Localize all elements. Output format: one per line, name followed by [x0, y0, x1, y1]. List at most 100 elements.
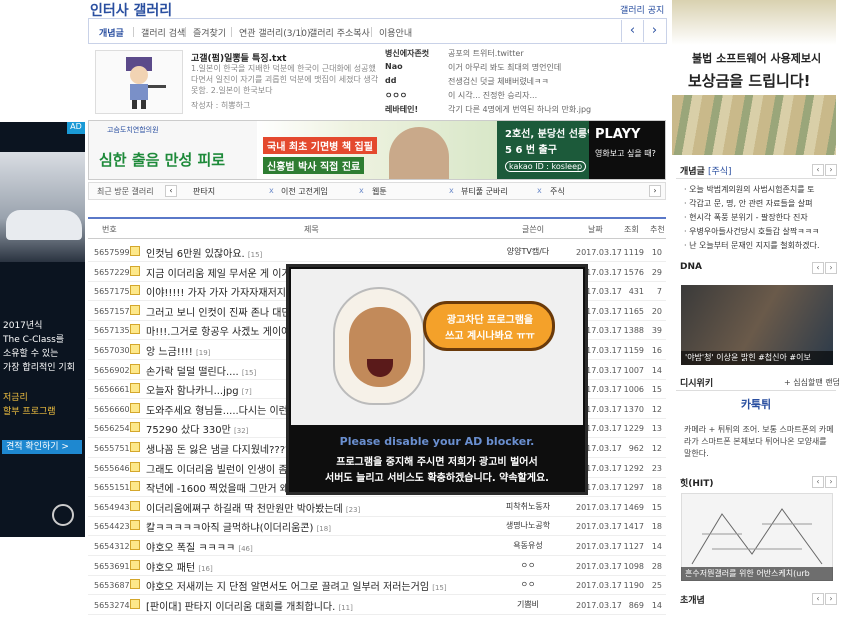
- post-author[interactable]: 욕동유성: [483, 540, 573, 551]
- list-item[interactable]: dd 전생검신 덧글 체배버렸네ㅋㅋ: [385, 76, 665, 90]
- recent-item[interactable]: 웹툰: [372, 186, 387, 197]
- post-recommend: 14: [651, 542, 662, 551]
- quote-check-button[interactable]: 견적 확인하기 >: [2, 440, 82, 454]
- concept-list-item[interactable]: · 각갑고 문, 명, 안 관련 자료들을 살펴: [684, 198, 834, 209]
- concept2-section-title[interactable]: 초개념: [680, 593, 705, 606]
- tab-concept[interactable]: 개념글: [99, 26, 124, 39]
- list-item[interactable]: Nao 이거 아무리 봐도 최대의 명언인데: [385, 62, 665, 76]
- clinic-banner-ad[interactable]: 고슴도치연합의원 심한 출음 만성 피로 국내 최초 기면병 책 집필 신홍범 …: [88, 120, 666, 180]
- post-title-link[interactable]: 그래도 이더리움 빌런이 인생이 좀: [146, 461, 288, 476]
- list-item-title[interactable]: 공포의 트위터.twitter: [448, 48, 524, 59]
- dna-section-title[interactable]: DNA: [680, 262, 702, 272]
- post-title-link[interactable]: 야호오 저새끼는 지 단점 알면서도 어그로 끌려고 일부러 저러는거임 [15…: [146, 578, 447, 593]
- list-item[interactable]: ㅇㅇㅇ 이 시각... 진정한 승리자...: [385, 90, 665, 104]
- post-title-link[interactable]: 야호오 폭질 ㅋㅋㅋㅋ [46]: [146, 539, 253, 554]
- recent-item[interactable]: 뷰티풀 군바리: [461, 186, 508, 197]
- list-item[interactable]: 레바테인! 각기 다른 4명에게 번역된 하나의 만화.jpg: [385, 104, 665, 118]
- table-row[interactable]: 5653687 야호오 저새끼는 지 단점 알면서도 어그로 끌려고 일부러 저러…: [88, 574, 666, 596]
- post-author[interactable]: 생명나노공학: [483, 520, 573, 531]
- post-title-link[interactable]: 75290 샀다 330만 [32]: [146, 421, 248, 436]
- chevron-right-icon[interactable]: ›: [825, 164, 837, 176]
- post-title-link[interactable]: 이야!!!!! 가자 가자 가자자재저지자: [146, 284, 295, 299]
- tab-related-gallery[interactable]: 연관 갤러리(3/10): [239, 26, 311, 39]
- gallery-notice-link[interactable]: 갤러리 공지: [620, 3, 664, 16]
- post-title-link[interactable]: 야호오 패턴 [16]: [146, 559, 213, 574]
- tab-favorites[interactable]: 즐겨찾기: [193, 26, 226, 39]
- table-row[interactable]: 5654943 이더리움에쪄구 하길래 딱 천만원만 박아봤는데 [23] 피착취노…: [88, 496, 666, 517]
- list-item-title[interactable]: 각기 다른 4명에게 번역된 하나의 만화.jpg: [448, 104, 591, 115]
- chevron-right-icon[interactable]: ›: [825, 593, 837, 605]
- post-title-link[interactable]: 도와주세요 형님들.....다시는 이런게: [146, 402, 297, 417]
- post-title-link[interactable]: 칼ㅋㅋㅋㅋㅋ아직 글먹하냐(이더리움콘) [18]: [146, 519, 331, 534]
- list-item-title[interactable]: 이거 아무리 봐도 최대의 명언인데: [448, 62, 561, 73]
- post-author[interactable]: 피착취노동자: [483, 501, 573, 512]
- post-title-link[interactable]: 작년에 -1600 찍었을때 그만거 왜: [146, 480, 289, 495]
- concept-list-item[interactable]: · 난 오늘부터 문재인 지지를 철회하겠다.: [684, 240, 834, 251]
- recent-item[interactable]: 이전 고전게임: [281, 186, 328, 197]
- close-icon[interactable]: x: [269, 186, 274, 195]
- digiwiki-section-title[interactable]: 디시위키: [680, 376, 713, 389]
- chevron-right-icon[interactable]: ›: [649, 185, 661, 197]
- dna-caption[interactable]: '야밤'청' 이상윤 밝힌 #첩신아 #이보: [681, 351, 833, 365]
- post-title-link[interactable]: 손가락 덜덜 떨린다.... [15]: [146, 363, 256, 378]
- post-title-link[interactable]: [판이대] 판타지 이더리움 대회를 개최합니다. [11]: [146, 598, 353, 613]
- featured-post-summary: 1.일본이 한국을 지배한 덕분에 한국이 근대화에 성공했다면서 일진이 자기…: [191, 64, 379, 95]
- close-icon[interactable]: x: [537, 186, 542, 195]
- chevron-right-icon[interactable]: ›: [825, 262, 837, 274]
- chevron-left-icon[interactable]: ‹: [165, 185, 177, 197]
- exit-number-text: 5 6 번 출구: [505, 145, 557, 156]
- post-author[interactable]: ㅇㅇ: [483, 560, 573, 571]
- post-author[interactable]: 기쁨비: [483, 599, 573, 610]
- ad-flag-badge[interactable]: AD: [67, 122, 85, 134]
- table-row[interactable]: 5654423 칼ㅋㅋㅋㅋㅋ아직 글먹하냐(이더리움콘) [18] 생명나노공학 20…: [88, 515, 666, 537]
- post-title-link[interactable]: 그러고 보니 인컷이 진짜 존나 대단: [146, 304, 291, 319]
- concept-list-item[interactable]: · 현시각 폭풍 분위기 - 팔장한다 진자: [684, 212, 834, 223]
- table-row[interactable]: 5654312 야호오 폭질 ㅋㅋㅋㅋ [46] 욕동유성 2017.03.17 112…: [88, 535, 666, 556]
- random-link[interactable]: + 심심할땐 랜덤: [784, 377, 840, 388]
- recent-item[interactable]: 판타지: [193, 186, 215, 197]
- tab-usage-guide[interactable]: 이용안내: [379, 26, 412, 39]
- post-title-link[interactable]: 마!!!.그거로 항공우 사겠노 게이야: [146, 323, 290, 338]
- close-icon[interactable]: x: [449, 186, 454, 195]
- table-row[interactable]: 5653274 [판이대] 판타지 이더리움 대회를 개최합니다. [11] 기쁨비…: [88, 594, 666, 615]
- concept-list-item[interactable]: · 오늘 박범계의원의 사법시험존치를 토: [684, 184, 834, 195]
- post-number: 5656660: [94, 404, 130, 414]
- post-title-link[interactable]: 앙 느금!!!! [19]: [146, 343, 210, 358]
- post-title-link[interactable]: 오늘자 함나카니...jpg [7]: [146, 382, 252, 397]
- table-row[interactable]: 5653691 야호오 패턴 [16] ㅇㅇ 2017.03.17 1098 28: [88, 555, 666, 576]
- featured-thumbnail[interactable]: [95, 50, 183, 114]
- list-item-title[interactable]: 전생검신 덧글 체배버렸네ㅋㅋ: [448, 76, 549, 87]
- post-author[interactable]: ㅇㅇ: [483, 579, 573, 590]
- comment-count: [18]: [316, 525, 331, 534]
- post-title-link[interactable]: 인컷님 6만원 있잖아요. [15]: [146, 245, 262, 260]
- post-date: 2017.03.17: [576, 502, 622, 512]
- chevron-left-icon[interactable]: ‹: [812, 476, 824, 488]
- list-item-title[interactable]: 이 시각... 진정한 승리자...: [448, 90, 537, 101]
- recent-item[interactable]: 주식: [550, 186, 565, 197]
- table-row[interactable]: 5657599 인컷님 6만원 있잖아요. [15] 양양TV캠/다 2017.03.…: [88, 241, 666, 262]
- list-item[interactable]: 병신에자존컷 공포의 트위터.twitter: [385, 48, 665, 62]
- post-title-link[interactable]: 생나꼼 돈 잃은 냄글 다지웠네????: [146, 441, 290, 456]
- chevron-left-icon[interactable]: ‹: [621, 20, 643, 42]
- tab-gallery-search[interactable]: 갤러리 검색: [141, 26, 185, 39]
- wiki-term[interactable]: 카툭튀: [680, 392, 832, 418]
- hit-caption[interactable]: 흔수저뭔갤러를 위한 어반스케치(urb: [681, 567, 833, 581]
- post-author[interactable]: 양양TV캠/다: [483, 246, 573, 257]
- chevron-left-icon[interactable]: ‹: [812, 593, 824, 605]
- subway-station-text: 2호선, 분당선 선릉역: [505, 129, 597, 140]
- concept-list-item[interactable]: · 우병우아들사건당시 호들갑 살짝ㅋㅋㅋ: [684, 226, 834, 237]
- gallery-title[interactable]: 인터사 갤러리: [90, 0, 172, 20]
- close-icon[interactable]: x: [359, 186, 364, 195]
- post-title-text: 그래도 이더리움 빌런이 인생이 좀: [146, 464, 288, 476]
- chevron-right-icon[interactable]: ›: [825, 476, 837, 488]
- chevron-left-icon[interactable]: ‹: [812, 262, 824, 274]
- concept-section-title[interactable]: 개념글 [주식]: [680, 164, 732, 177]
- software-report-ad[interactable]: 불법 소프트웨어 사용제보시 보상금을 드립니다!: [672, 0, 836, 155]
- left-car-ad[interactable]: AD 2017년식 The C-Class를 소유할 수 있는 가장 합리적인 …: [0, 122, 85, 537]
- post-title-link[interactable]: 지금 이더리움 제일 무서운 게 이거: [146, 265, 291, 280]
- post-title-link[interactable]: 이더리움에쪄구 하길래 딱 천만원만 박아봤는데 [23]: [146, 500, 360, 515]
- hit-section-title[interactable]: 힛(HIT): [680, 476, 714, 489]
- tab-copy-address[interactable]: 갤러리 주소복사: [309, 26, 370, 39]
- chevron-right-icon[interactable]: ›: [643, 20, 665, 42]
- chevron-left-icon[interactable]: ‹: [812, 164, 824, 176]
